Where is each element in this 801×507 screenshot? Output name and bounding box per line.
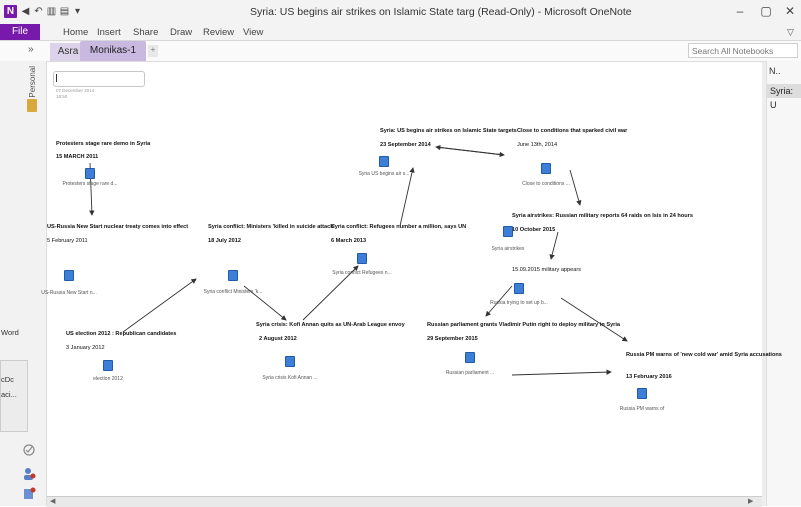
event-date: 15 MARCH 2011 — [56, 154, 99, 160]
event-headline: Syria conflict: Ministers 'killed in sui… — [208, 224, 335, 230]
event-date: 10 October 2015 — [512, 227, 556, 233]
attachment-file-icon[interactable] — [63, 270, 75, 281]
timeline-arrows — [89, 144, 628, 376]
event-headline: US-Russia New Start nuclear treaty comes… — [47, 224, 189, 230]
attachment-caption: Syria conflict Refugees n... — [332, 270, 392, 276]
attachment-caption: Russia trying to set up b... — [490, 300, 548, 306]
event-date: 29 September 2015 — [427, 336, 478, 342]
attachment-file-icon[interactable] — [84, 168, 96, 179]
attachment-caption: US-Russia New Start n... — [41, 290, 97, 296]
event-date: 3 January 2012 — [66, 345, 105, 351]
attachment-caption: Russian parliament ... — [445, 370, 495, 376]
event-date: 2 August 2012 — [259, 336, 297, 342]
arrow — [549, 231, 559, 260]
attachment-caption: Syria conflict Ministers 'k... — [203, 289, 263, 295]
attachment-file-icon[interactable] — [356, 253, 368, 264]
event-headline: Russian parliament grants Vladimir Putin… — [427, 322, 621, 328]
event-date: 23 September 2014 — [380, 142, 431, 148]
event-headline: Russia PM warns of 'new cold war' amid S… — [626, 352, 782, 358]
event-headline: Syria crisis: Kofi Annan quits as UN-Ara… — [256, 322, 405, 328]
event-headline: US election 2012 : Republican candidates — [66, 331, 177, 337]
arrow — [435, 144, 505, 156]
attachment-file-icon[interactable] — [378, 156, 390, 167]
attachment-file-icon[interactable] — [227, 270, 239, 281]
attachment-file-icon[interactable] — [284, 356, 296, 367]
arrow — [569, 169, 582, 206]
event-date: 13 February 2016 — [626, 374, 672, 380]
arrow — [511, 369, 612, 376]
attachment-file-icon[interactable] — [464, 352, 476, 363]
attachment-caption: Protesters stage rare d... — [62, 181, 118, 187]
attachment-file-icon[interactable] — [540, 163, 552, 174]
event-headline: Syria conflict: Refugees number a millio… — [331, 224, 467, 230]
attachment-caption: Syria crisis Kofi Annan ... — [262, 375, 318, 381]
attachment-caption: election 2012 — [93, 376, 123, 382]
attachment-caption: Close to conditions ... — [522, 181, 570, 187]
event-headline: Syria airstrikes: Russian military repor… — [512, 213, 693, 219]
attachment-file-icon[interactable] — [102, 360, 114, 371]
event-date: 5 February 2011 — [47, 238, 88, 244]
attachment-file-icon[interactable] — [513, 283, 525, 294]
attachment-caption: Russia PM warns of — [619, 406, 665, 412]
event-headline: Protesters stage rare demo in Syria — [56, 141, 151, 147]
event-date: 18 July 2012 — [208, 238, 241, 244]
attachment-caption: Syria airstrikes — [491, 246, 525, 252]
attachment-file-icon[interactable] — [636, 388, 648, 399]
event-headline: 15.09.2015 military appears — [512, 267, 582, 273]
event-headline: Close to conditions that sparked civil w… — [517, 128, 628, 134]
event-date: June 13th, 2014 — [517, 142, 558, 148]
arrow — [122, 278, 197, 333]
arrow — [560, 297, 628, 342]
attachment-caption: Syria US begins air s... — [358, 171, 410, 177]
event-headline: Syria: US begins air strikes on Islamic … — [380, 128, 517, 134]
attachment-file-icon[interactable] — [502, 226, 514, 237]
event-date: 6 March 2013 — [331, 238, 367, 244]
